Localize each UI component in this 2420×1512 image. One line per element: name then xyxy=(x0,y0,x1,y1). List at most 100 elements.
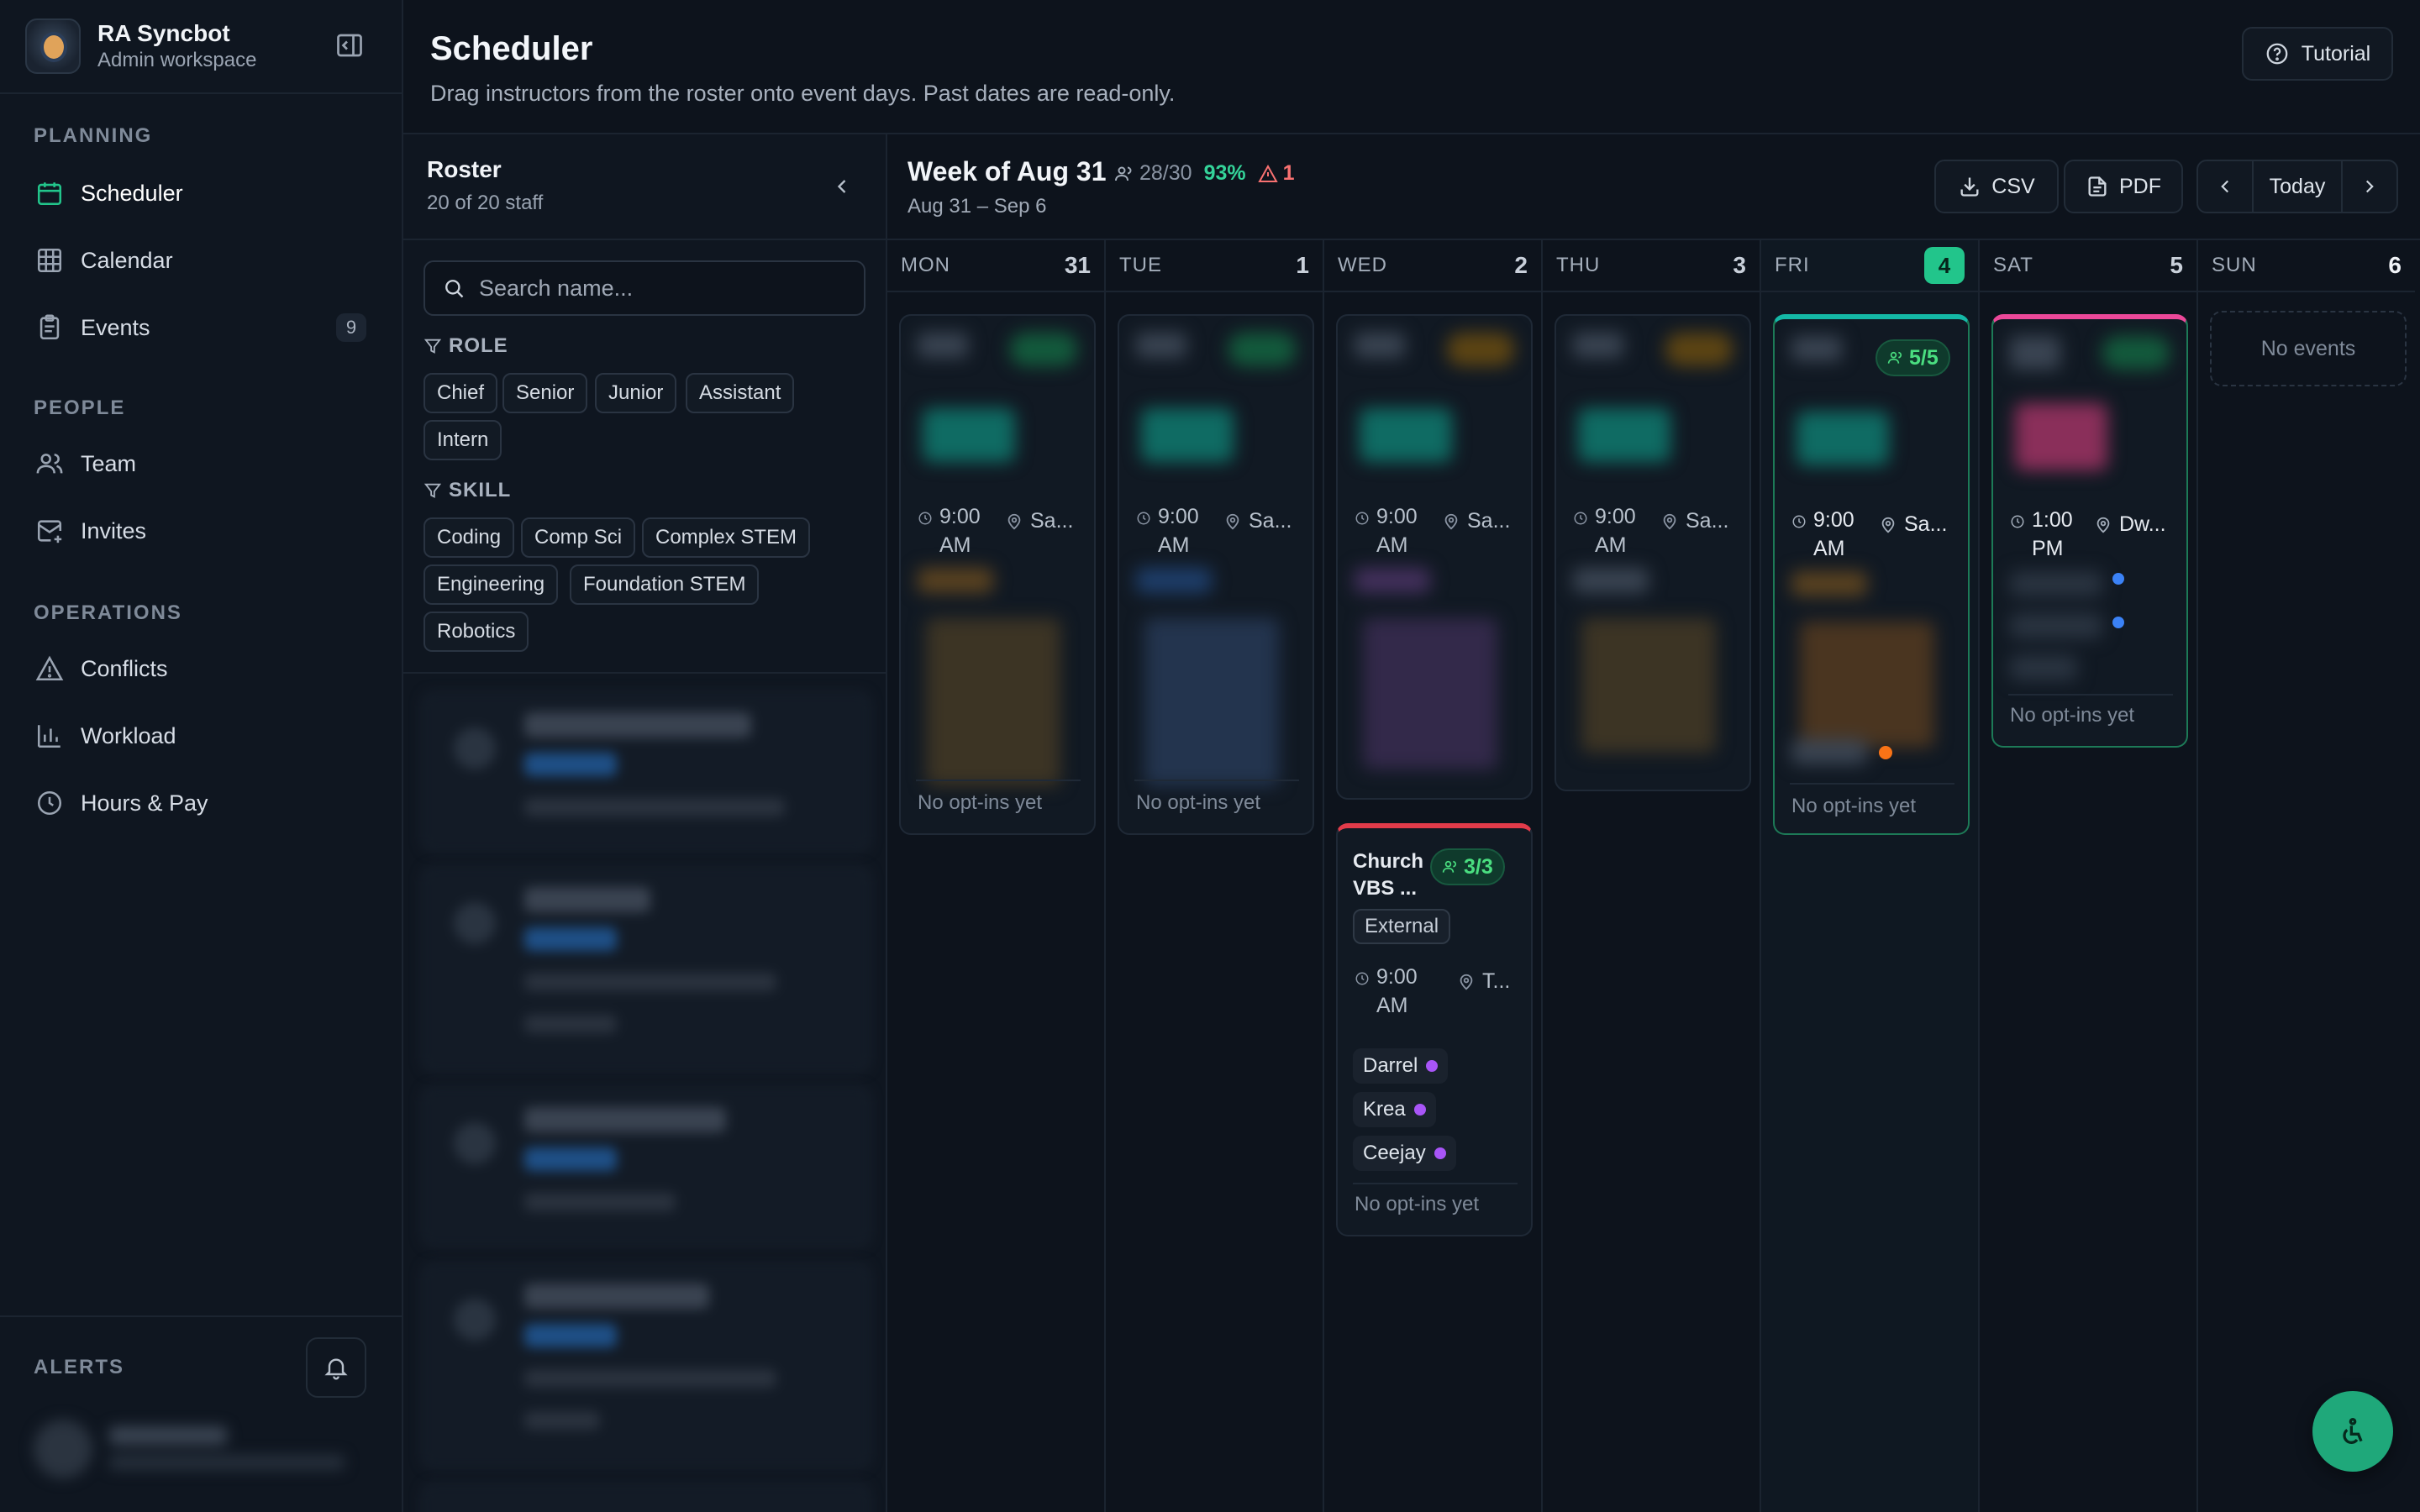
nav-section-people: PEOPLE xyxy=(34,396,126,419)
assigned-person-chip[interactable]: Darrel xyxy=(1353,1048,1449,1084)
brand-name: RA Syncbot xyxy=(97,20,230,46)
event-card[interactable]: 9:00 AM Sa... No opt-ins yet xyxy=(899,314,1096,835)
skill-dot xyxy=(1434,1147,1446,1159)
event-card[interactable]: 9:00 AM Sa... xyxy=(1336,314,1533,800)
nav-item-team[interactable]: Team xyxy=(18,437,385,491)
event-time: 9:00 AM xyxy=(1355,963,1437,1020)
brand: RA Syncbot Admin workspace xyxy=(0,0,402,94)
users-icon xyxy=(1114,164,1139,184)
day-column-tue[interactable]: TUE 1 9:00 AM Sa... No opt-ins yet xyxy=(1106,240,1324,1512)
chip-skill-engineering[interactable]: Engineering xyxy=(424,564,559,605)
event-location: Sa... xyxy=(1660,509,1728,533)
tutorial-label: Tutorial xyxy=(2301,41,2371,66)
event-card[interactable]: 5/5 9:00 AM Sa... No opt-ins yet xyxy=(1773,314,1970,835)
alerts-divider xyxy=(0,1315,403,1317)
staff-card[interactable] xyxy=(422,1483,871,1512)
nav-item-scheduler[interactable]: Scheduler xyxy=(18,166,385,220)
nav-item-label: Events xyxy=(81,314,150,340)
day-column-wed[interactable]: WED 2 9:00 AM Sa... Church VBS ... 3/3 Ex… xyxy=(1324,240,1543,1512)
external-tag: External xyxy=(1353,909,1451,944)
assigned-person-chip[interactable]: Ceejay xyxy=(1353,1136,1456,1171)
sidebar-collapse-icon[interactable] xyxy=(334,30,365,60)
chip-role-junior[interactable]: Junior xyxy=(595,373,677,413)
day-header: TUE 1 xyxy=(1106,240,1323,292)
event-location: Dw... xyxy=(2094,512,2166,537)
day-header: SAT 5 xyxy=(1980,240,2196,292)
grid-icon xyxy=(35,246,64,275)
event-card[interactable]: 1:00 PM Dw... No opt-ins yet xyxy=(1991,314,2188,748)
nav-item-calendar[interactable]: Calendar xyxy=(18,234,385,287)
day-header: MON 31 xyxy=(887,240,1104,292)
day-column-mon[interactable]: MON 31 9:00 AM Sa... No opt-ins yet xyxy=(887,240,1106,1512)
assigned-person-chip[interactable]: Krea xyxy=(1353,1092,1436,1127)
mail-plus-icon xyxy=(35,517,64,545)
week-title: Week of Aug 31 xyxy=(908,156,1107,186)
sidebar: RA Syncbot Admin workspace PLANNING Sche… xyxy=(0,0,403,1512)
calendar-check-icon xyxy=(35,179,64,207)
export-csv-button[interactable]: CSV xyxy=(1934,160,2059,213)
help-circle-icon xyxy=(2265,41,2302,66)
chevron-left-icon[interactable] xyxy=(830,175,854,198)
previous-week-button[interactable] xyxy=(2198,161,2252,212)
event-location: Sa... xyxy=(1442,509,1510,533)
accessibility-button[interactable] xyxy=(2312,1391,2393,1472)
nav-item-hours-pay[interactable]: Hours & Pay xyxy=(18,776,385,830)
skill-dot xyxy=(1879,746,1892,759)
roster-panel: Roster 20 of 20 staff ROLE Chief Senior … xyxy=(403,133,887,1512)
event-time: 9:00 AM xyxy=(1573,502,1655,559)
chip-role-assistant[interactable]: Assistant xyxy=(686,373,795,413)
event-card[interactable]: 9:00 AM Sa... xyxy=(1555,314,1751,791)
nav-item-events[interactable]: Events 9 xyxy=(18,301,385,354)
nav-section-planning: PLANNING xyxy=(34,124,153,147)
today-button[interactable]: Today xyxy=(2252,161,2343,212)
role-filter-label: ROLE xyxy=(424,334,508,358)
event-location: Sa... xyxy=(1005,509,1073,533)
event-card-church-vbs[interactable]: Church VBS ... 3/3 External 9:00 AM T...… xyxy=(1336,823,1533,1236)
today-indicator: 4 xyxy=(1924,247,1965,284)
day-column-fri[interactable]: FRI 4 5/5 9:00 AM Sa... No opt-ins yet xyxy=(1761,240,1980,1512)
event-card[interactable]: 9:00 AM Sa... No opt-ins yet xyxy=(1118,314,1314,835)
chip-skill-coding[interactable]: Coding xyxy=(424,517,515,558)
notifications-button[interactable] xyxy=(306,1337,366,1398)
search-input[interactable] xyxy=(479,275,849,302)
optin-count-badge: 3/3 xyxy=(1430,848,1505,885)
chip-skill-complex-stem[interactable]: Complex STEM xyxy=(642,517,811,558)
week-stats: 28/30 93% 1 xyxy=(1114,161,1307,186)
staff-card[interactable] xyxy=(422,692,871,852)
events-count-badge: 9 xyxy=(336,313,366,342)
chip-skill-comp-sci[interactable]: Comp Sci xyxy=(521,517,636,558)
file-text-icon xyxy=(2086,175,2119,198)
staffed-count: 28/30 xyxy=(1114,161,1192,186)
conflict-count: 1 xyxy=(1257,161,1295,186)
event-location: Sa... xyxy=(1879,512,1947,537)
skill-filter-label: SKILL xyxy=(424,479,511,502)
day-column-sun[interactable]: SUN 6 No events xyxy=(2198,240,2420,1512)
day-column-sat[interactable]: SAT 5 1:00 PM Dw... No opt-ins yet xyxy=(1980,240,2198,1512)
nav-item-invites[interactable]: Invites xyxy=(18,504,385,558)
chip-skill-foundation-stem[interactable]: Foundation STEM xyxy=(570,564,760,605)
alert-triangle-icon xyxy=(1257,164,1283,184)
brand-subtitle: Admin workspace xyxy=(97,49,257,71)
chip-role-senior[interactable]: Senior xyxy=(502,373,588,413)
nav-item-conflicts[interactable]: Conflicts xyxy=(18,642,385,696)
staff-card[interactable] xyxy=(422,1263,871,1468)
filter-icon xyxy=(424,481,449,500)
staff-card[interactable] xyxy=(422,1087,871,1247)
roster-search[interactable] xyxy=(424,260,865,316)
export-pdf-button[interactable]: PDF xyxy=(2064,160,2183,213)
alert-user-blurred xyxy=(34,1420,370,1487)
nav-item-label: Conflicts xyxy=(81,655,168,681)
chip-skill-robotics[interactable]: Robotics xyxy=(424,612,529,652)
page-subtitle: Drag instructors from the roster onto ev… xyxy=(430,81,1176,106)
next-week-button[interactable] xyxy=(2343,161,2396,212)
day-header: SUN 6 xyxy=(2198,240,2415,292)
day-column-thu[interactable]: THU 3 9:00 AM Sa... xyxy=(1543,240,1761,1512)
nav-item-label: Team xyxy=(81,450,137,476)
page-title: Scheduler xyxy=(430,30,593,67)
staff-card[interactable] xyxy=(422,867,871,1072)
chip-role-chief[interactable]: Chief xyxy=(424,373,498,413)
coverage-percent: 93% xyxy=(1203,161,1246,185)
chip-role-intern[interactable]: Intern xyxy=(424,420,502,460)
tutorial-button[interactable]: Tutorial xyxy=(2242,27,2393,81)
nav-item-workload[interactable]: Workload xyxy=(18,709,385,763)
